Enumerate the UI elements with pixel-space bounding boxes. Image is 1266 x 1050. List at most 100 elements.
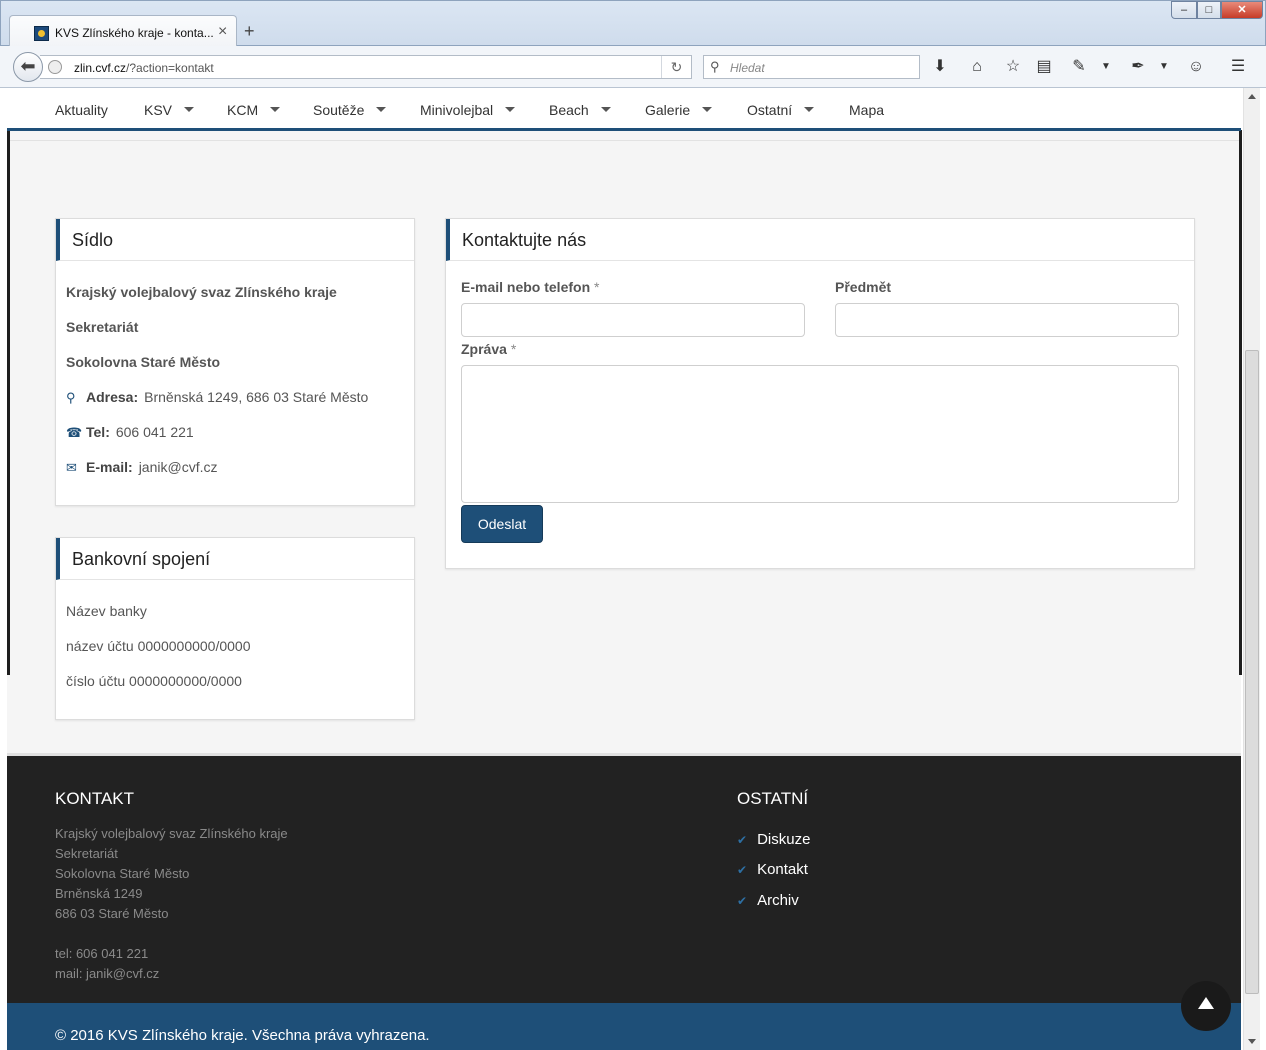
scroll-to-top-button[interactable]: [1181, 981, 1231, 1031]
scroll-up-arrow-icon[interactable]: [1248, 94, 1256, 99]
nav-item-minivolejbal[interactable]: Minivolejbal: [420, 102, 516, 118]
nav-item-mapa[interactable]: Mapa: [849, 102, 884, 118]
page-scrollbar[interactable]: [1243, 88, 1260, 1050]
sidlo-email-row: ✉ E-mail: janik@cvf.cz: [66, 459, 217, 476]
caret-down-icon: [270, 106, 281, 112]
addon-dropdown-icon[interactable]: ▼: [1095, 56, 1117, 78]
nav-item-label: Galerie: [645, 102, 691, 118]
globe-icon: [48, 60, 62, 74]
caret-down-icon: [702, 106, 713, 112]
site-favicon-icon: [34, 26, 49, 41]
sidlo-department: Sekretariát: [66, 319, 139, 335]
required-mark: *: [594, 279, 600, 295]
sidlo-phone-row: ☎ Tel: 606 041 221: [66, 424, 194, 441]
address-value: Brněnská 1249, 686 03 Staré Město: [144, 389, 369, 405]
footer-contact-title: KONTAKT: [55, 789, 135, 808]
eyedropper-icon[interactable]: ✒: [1127, 56, 1149, 78]
map-marker-icon: ⚲: [66, 390, 76, 405]
copyright-text: © 2016 KVS Zlínského kraje. Všechna práv…: [55, 1027, 430, 1044]
footer-contact-line: 686 03 Staré Město: [55, 906, 169, 921]
caret-down-icon: [600, 106, 611, 112]
contact-form-panel: Kontaktujte nás E-mail nebo telefon * Př…: [445, 218, 1195, 569]
address-bar[interactable]: zlin.cvf.cz/?action=kontakt ↻: [40, 55, 692, 79]
sidlo-panel: Sídlo Krajský volejbalový svaz Zlínského…: [55, 218, 415, 506]
footer-link-label: Kontakt: [757, 861, 808, 878]
nav-item-label: Minivolejbal: [420, 102, 494, 118]
copyright-bar: © 2016 KVS Zlínského kraje. Všechna práv…: [7, 1003, 1241, 1050]
bookmark-star-icon[interactable]: ☆: [1002, 56, 1024, 78]
footer-link-label: Diskuze: [757, 831, 811, 848]
page-margin-left: [0, 88, 7, 1050]
footer-link-label: Archiv: [757, 892, 799, 909]
home-icon[interactable]: ⌂: [966, 56, 988, 78]
back-arrow-icon: ⬅: [20, 56, 36, 76]
caret-down-icon: [804, 106, 815, 112]
footer-contact-line: Krajský volejbalový svaz Zlínského kraje: [55, 826, 288, 841]
email-phone-input[interactable]: [461, 303, 805, 337]
footer-contact-line: Sokolovna Staré Město: [55, 866, 190, 881]
nav-item-galerie[interactable]: Galerie: [645, 102, 713, 118]
page-viewport: Aktuality KSV KCM Soutěže Minivolejbal B…: [0, 88, 1266, 1050]
url-host: zlin.cvf.cz: [74, 61, 127, 75]
message-textarea[interactable]: [461, 365, 1179, 503]
footer-contact-line: mail: janik@cvf.cz: [55, 966, 160, 981]
email-phone-label: E-mail nebo telefon *: [461, 279, 599, 295]
footer-contact-line: Brněnská 1249: [55, 886, 143, 901]
addon-icon[interactable]: ✎: [1068, 56, 1090, 78]
email-phone-label-text: E-mail nebo telefon: [461, 279, 591, 295]
nav-item-beach[interactable]: Beach: [549, 102, 611, 118]
email-value: janik@cvf.cz: [138, 459, 218, 475]
check-icon: ✔: [737, 863, 748, 877]
nav-item-souteze[interactable]: Soutěže: [313, 102, 387, 118]
phone-value: 606 041 221: [115, 424, 194, 440]
new-tab-button[interactable]: +: [244, 21, 255, 41]
address-label: Adresa:: [86, 389, 139, 405]
footer-link-kontakt[interactable]: ✔ Kontakt: [737, 861, 808, 878]
search-input[interactable]: ⚲ Hledat: [703, 55, 920, 79]
footer-link-archiv[interactable]: ✔ Archiv: [737, 892, 799, 909]
phone-icon: ☎: [66, 425, 83, 440]
browser-tab[interactable]: KVS Zlínského kraje - konta... ×: [9, 15, 237, 47]
nav-item-label: Soutěže: [313, 102, 365, 118]
window-maximize-button[interactable]: □: [1197, 1, 1221, 19]
reading-list-icon[interactable]: ▤: [1033, 56, 1055, 78]
sidlo-address-row: ⚲ Adresa: Brněnská 1249, 686 03 Staré Měst…: [66, 389, 368, 406]
smiley-icon[interactable]: ☺: [1185, 56, 1207, 78]
tab-title: KVS Zlínského kraje - konta...: [55, 26, 214, 40]
contact-form-title: Kontaktujte nás: [446, 219, 1194, 261]
footer-other-title: OSTATNÍ: [737, 789, 809, 808]
message-label: Zpráva *: [461, 341, 516, 357]
submit-button[interactable]: Odeslat: [461, 505, 543, 543]
bank-account-name: název účtu 0000000000/0000: [66, 638, 251, 654]
menu-icon[interactable]: ☰: [1227, 56, 1249, 78]
reload-icon[interactable]: ↻: [661, 56, 691, 78]
window-close-button[interactable]: ✕: [1221, 1, 1263, 19]
bank-account-number: číslo účtu 0000000000/0000: [66, 673, 242, 689]
nav-item-label: Beach: [549, 102, 589, 118]
download-icon[interactable]: ⬇: [929, 56, 951, 78]
back-button[interactable]: ⬅: [13, 52, 43, 82]
subject-input[interactable]: [835, 303, 1179, 337]
subject-label: Předmět: [835, 279, 892, 295]
eyedropper-dropdown-icon[interactable]: ▼: [1153, 56, 1175, 78]
footer-link-diskuze[interactable]: ✔ Diskuze: [737, 831, 810, 848]
nav-item-aktuality[interactable]: Aktuality: [55, 102, 108, 118]
caret-down-icon: [376, 106, 387, 112]
nav-item-kcm[interactable]: KCM: [227, 102, 281, 118]
search-placeholder: Hledat: [730, 61, 765, 75]
required-mark: *: [510, 341, 517, 357]
window-minimize-button[interactable]: –: [1171, 1, 1197, 19]
nav-item-label: Mapa: [849, 102, 885, 118]
page-frame-right: [1239, 130, 1242, 675]
browser-toolbar: zlin.cvf.cz/?action=kontakt ↻ ⬅ ⚲ Hledat…: [0, 46, 1266, 88]
scroll-down-arrow-icon[interactable]: [1248, 1039, 1256, 1044]
nav-item-label: Ostatní: [747, 102, 793, 118]
sidlo-org: Krajský volejbalový svaz Zlínského kraje: [66, 284, 337, 300]
site-footer: KONTAKT Krajský volejbalový svaz Zlínské…: [7, 753, 1241, 1003]
nav-item-ksv[interactable]: KSV: [144, 102, 195, 118]
tab-close-icon[interactable]: ×: [218, 23, 227, 41]
nav-item-label: Aktuality: [55, 102, 108, 118]
footer-contact-line: Sekretariát: [55, 846, 118, 861]
nav-item-ostatni[interactable]: Ostatní: [747, 102, 815, 118]
scrollbar-thumb[interactable]: [1245, 350, 1259, 994]
